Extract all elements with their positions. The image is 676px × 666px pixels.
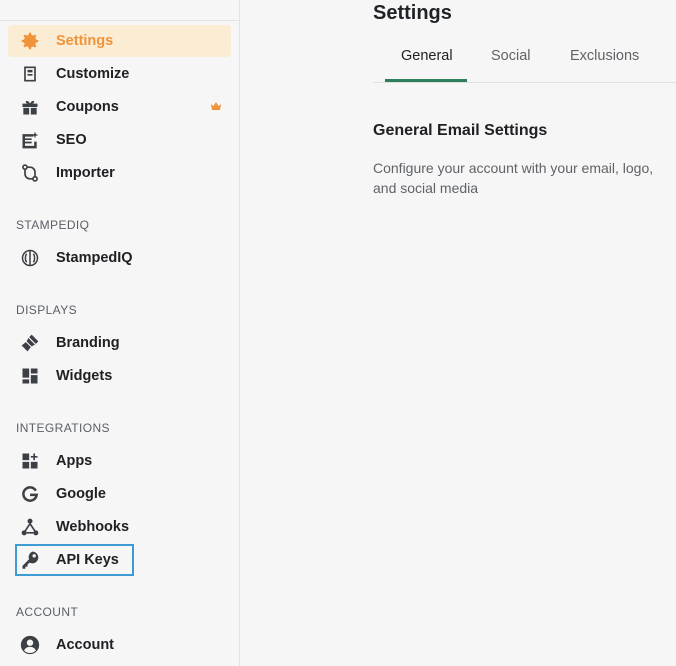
sidebar-item-label: Apps <box>56 453 93 469</box>
account-icon <box>18 633 42 657</box>
sidebar-item-label: SEO <box>56 132 87 148</box>
gear-icon <box>18 29 42 53</box>
sidebar-item-importer[interactable]: Importer <box>8 157 231 189</box>
sidebar-item-customize[interactable]: Customize <box>8 58 231 90</box>
sidebar-item-label: Coupons <box>56 99 119 115</box>
sidebar-item-label: Webhooks <box>56 519 130 535</box>
sidebar-item-api-keys[interactable]: API Keys <box>15 544 134 576</box>
sidebar-item-label: Google <box>56 486 106 502</box>
customize-icon <box>18 62 42 86</box>
sidebar-item-settings[interactable]: Settings <box>8 25 231 57</box>
sidebar-item-label: Branding <box>56 335 120 351</box>
sidebar-item-coupons[interactable]: Coupons <box>8 91 231 123</box>
sidebar-item-stampediq[interactable]: StampedIQ <box>8 242 231 274</box>
section-title-account: ACCOUNT <box>16 605 79 619</box>
crown-icon <box>211 99 221 115</box>
key-icon <box>18 548 42 572</box>
tab-social[interactable]: Social <box>491 48 531 64</box>
widgets-icon <box>18 364 42 388</box>
sidebar-item-label: Importer <box>56 165 115 181</box>
section-title-integrations: INTEGRATIONS <box>16 421 110 435</box>
sidebar-item-account[interactable]: Account <box>8 629 231 661</box>
sidebar-item-branding[interactable]: Branding <box>8 327 231 359</box>
tab-bar: General Social Exclusions <box>373 40 676 83</box>
sidebar-item-label: StampedIQ <box>56 250 133 266</box>
section-title-displays: DISPLAYS <box>16 303 78 317</box>
sidebar-item-seo[interactable]: SEO <box>8 124 231 156</box>
sidebar-item-label: API Keys <box>56 552 119 568</box>
divider <box>0 20 239 21</box>
gift-icon <box>18 95 42 119</box>
brain-icon <box>18 246 42 270</box>
apps-icon <box>18 449 42 473</box>
google-icon <box>18 482 42 506</box>
section-heading: General Email Settings <box>373 122 548 139</box>
importer-icon <box>18 161 42 185</box>
sidebar-item-label: Settings <box>56 33 114 49</box>
section-title-stampediq: STAMPEDIQ <box>16 218 90 232</box>
seo-icon <box>18 128 42 152</box>
sidebar-item-label: Account <box>56 637 114 653</box>
tab-exclusions[interactable]: Exclusions <box>570 48 639 64</box>
tab-general[interactable]: General <box>401 48 453 64</box>
page-title: Settings <box>373 2 452 24</box>
active-tab-indicator <box>385 79 467 82</box>
sidebar-item-webhooks[interactable]: Webhooks <box>8 511 231 543</box>
webhooks-icon <box>18 515 42 539</box>
sidebar-item-label: Widgets <box>56 368 113 384</box>
sidebar-item-apps[interactable]: Apps <box>8 445 231 477</box>
paint-icon <box>18 331 42 355</box>
sidebar: Settings Customize Coupons SEO Importer … <box>0 0 240 666</box>
section-description: Configure your account with your email, … <box>373 160 654 196</box>
main-content: Settings General Social Exclusions Gener… <box>240 0 676 666</box>
sidebar-item-google[interactable]: Google <box>8 478 231 510</box>
sidebar-item-widgets[interactable]: Widgets <box>8 360 231 392</box>
sidebar-item-label: Customize <box>56 66 130 82</box>
